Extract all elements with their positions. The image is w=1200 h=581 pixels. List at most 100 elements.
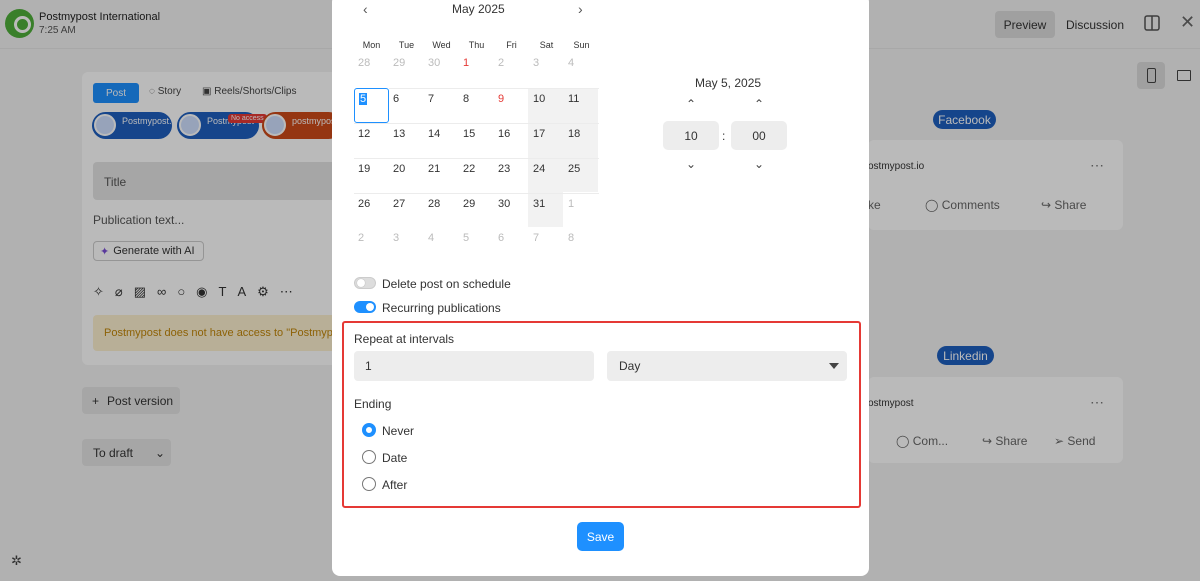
calendar-day-number: 31: [533, 198, 546, 210]
calendar-day-number: 13: [393, 128, 406, 140]
calendar-day-number: 12: [358, 128, 371, 140]
calendar-day-number: 22: [463, 163, 476, 175]
minute-up-icon[interactable]: ⌃: [754, 97, 764, 111]
calendar-day[interactable]: 10: [529, 88, 564, 123]
calendar-day[interactable]: 4: [564, 53, 599, 88]
calendar-day[interactable]: 26: [354, 193, 389, 228]
weekday-label: Thu: [468, 40, 485, 50]
ending-date-radio[interactable]: [362, 450, 376, 464]
calendar-day[interactable]: 27: [389, 193, 424, 228]
calendar-day-number: 9: [498, 93, 505, 105]
calendar-day-number: 30: [428, 57, 441, 69]
calendar-day[interactable]: 12: [354, 123, 389, 158]
calendar-day[interactable]: 13: [389, 123, 424, 158]
calendar-day[interactable]: 29: [459, 193, 494, 228]
calendar-day-number: 19: [358, 163, 371, 175]
calendar-day[interactable]: 25: [564, 158, 599, 193]
calendar-day[interactable]: 14: [424, 123, 459, 158]
calendar-day[interactable]: 15: [459, 123, 494, 158]
calendar-day[interactable]: 4: [424, 228, 459, 263]
calendar-day[interactable]: 6: [389, 88, 424, 123]
minute-down-icon[interactable]: ⌄: [754, 157, 764, 171]
calendar-day-number: 17: [533, 128, 546, 140]
calendar-day[interactable]: 29: [389, 53, 424, 88]
calendar-day[interactable]: 28: [424, 193, 459, 228]
calendar-day-number: 5: [463, 232, 470, 244]
ending-never-label: Never: [382, 424, 415, 438]
calendar-day[interactable]: 28: [354, 53, 389, 88]
calendar-day-number: 29: [393, 57, 406, 69]
calendar-day[interactable]: 3: [389, 228, 424, 263]
calendar-day[interactable]: 17: [529, 123, 564, 158]
repeat-interval-title: Repeat at intervals: [354, 332, 455, 346]
prev-month-icon[interactable]: ‹: [363, 1, 368, 17]
calendar-day-number: 4: [568, 57, 575, 69]
calendar-day[interactable]: 20: [389, 158, 424, 193]
calendar-day[interactable]: 2: [494, 53, 529, 88]
calendar-day[interactable]: 7: [424, 88, 459, 123]
interval-unit-select[interactable]: Day: [607, 351, 847, 381]
weekday-label: Sun: [573, 40, 590, 50]
recurring-label: Recurring publications: [382, 301, 501, 315]
calendar-day-number: 23: [498, 163, 511, 175]
calendar-day[interactable]: 5: [354, 88, 389, 123]
ending-after-label: After: [382, 478, 408, 492]
recurrence-section-highlight: [342, 321, 861, 508]
next-month-icon[interactable]: ›: [578, 1, 583, 17]
calendar-day[interactable]: 7: [529, 228, 564, 263]
interval-unit-value: Day: [619, 359, 641, 373]
month-label: May 2025: [452, 2, 505, 16]
interval-value-input[interactable]: [354, 351, 594, 381]
calendar-day-number: 21: [428, 163, 441, 175]
calendar-day[interactable]: 2: [354, 228, 389, 263]
calendar-day[interactable]: 16: [494, 123, 529, 158]
calendar-day[interactable]: 9: [494, 88, 529, 123]
calendar-day-number: 10: [533, 93, 546, 105]
calendar-day[interactable]: 8: [459, 88, 494, 123]
calendar-day[interactable]: 8: [564, 228, 599, 263]
calendar-day-number: 30: [498, 198, 511, 210]
calendar-day-number: 8: [568, 232, 575, 244]
calendar-day[interactable]: 22: [459, 158, 494, 193]
time-separator: :: [722, 129, 726, 143]
calendar-day-number: 28: [428, 198, 441, 210]
calendar-day-number: 2: [498, 57, 505, 69]
caret-down-icon: [829, 363, 839, 369]
calendar-day[interactable]: 31: [529, 193, 564, 228]
calendar-day[interactable]: 30: [494, 193, 529, 228]
calendar-day[interactable]: 23: [494, 158, 529, 193]
ending-after-radio[interactable]: [362, 477, 376, 491]
delete-on-schedule-toggle[interactable]: [354, 277, 376, 289]
calendar-day-number: 6: [393, 93, 400, 105]
calendar-day-number: 29: [463, 198, 476, 210]
calendar-day[interactable]: 1: [564, 193, 599, 228]
calendar-day[interactable]: 5: [459, 228, 494, 263]
selected-date: May 5, 2025: [695, 76, 762, 90]
calendar-day[interactable]: 30: [424, 53, 459, 88]
calendar-day[interactable]: 21: [424, 158, 459, 193]
ending-never-radio[interactable]: [362, 423, 376, 437]
ending-date-label: Date: [382, 451, 408, 465]
hour-up-icon[interactable]: ⌃: [686, 97, 696, 111]
save-button[interactable]: Save: [577, 522, 624, 551]
calendar-day-number: 15: [463, 128, 476, 140]
calendar-day-number: 5: [359, 93, 368, 105]
calendar-day[interactable]: 18: [564, 123, 599, 158]
calendar-day[interactable]: 24: [529, 158, 564, 193]
calendar-day[interactable]: 19: [354, 158, 389, 193]
delete-on-schedule-label: Delete post on schedule: [382, 277, 511, 291]
calendar-day-number: 20: [393, 163, 406, 175]
minute-input[interactable]: 00: [731, 121, 787, 150]
weekday-label: Fri: [506, 40, 517, 50]
recurring-toggle[interactable]: [354, 301, 376, 313]
weekday-label: Sat: [539, 40, 554, 50]
calendar-day[interactable]: 1: [459, 53, 494, 88]
calendar-day-number: 8: [463, 93, 470, 105]
hour-down-icon[interactable]: ⌄: [686, 157, 696, 171]
calendar-day[interactable]: 6: [494, 228, 529, 263]
hour-input[interactable]: 10: [663, 121, 719, 150]
calendar-day[interactable]: 11: [564, 88, 599, 123]
calendar-day-number: 26: [358, 198, 371, 210]
calendar-day[interactable]: 3: [529, 53, 564, 88]
calendar-day-number: 6: [498, 232, 505, 244]
